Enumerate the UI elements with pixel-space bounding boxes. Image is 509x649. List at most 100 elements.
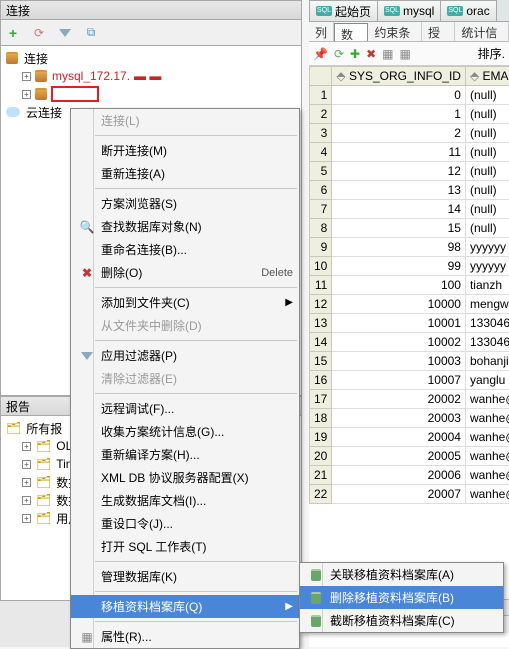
table-row[interactable]: 2120006wanhe@c bbox=[310, 466, 509, 485]
cell[interactable]: 1 bbox=[332, 105, 466, 124]
cell[interactable]: wanhe@c bbox=[465, 409, 509, 428]
menu-item[interactable]: 方案浏览器(S) bbox=[71, 192, 299, 215]
menu-item[interactable]: 应用过滤器(P) bbox=[71, 344, 299, 367]
menu-item[interactable]: 重设口令(J)... bbox=[71, 512, 299, 535]
subtab-constraints[interactable]: 约束条件 bbox=[368, 22, 422, 41]
table-row[interactable]: 10(null) bbox=[310, 86, 509, 105]
table-row[interactable]: 1820003wanhe@c bbox=[310, 409, 509, 428]
cell[interactable]: 13 bbox=[332, 181, 466, 200]
menu-item[interactable]: 移植资料档案库(Q)▶ bbox=[71, 595, 299, 618]
menu-item[interactable]: 🔍查找数据库对象(N) bbox=[71, 215, 299, 238]
cell[interactable]: wanhe@c bbox=[465, 485, 509, 504]
cell[interactable]: 20004 bbox=[332, 428, 466, 447]
cell[interactable]: tianzh bbox=[465, 276, 509, 295]
menu-item[interactable]: ▦属性(R)... bbox=[71, 625, 299, 648]
cell[interactable]: yyyyyy bbox=[465, 238, 509, 257]
tree-item-selected[interactable]: + bbox=[4, 85, 298, 103]
expand-icon[interactable]: + bbox=[22, 460, 31, 469]
expand-icon[interactable]: + bbox=[22, 478, 31, 487]
menu-item[interactable]: 打开 SQL 工作表(T) bbox=[71, 535, 299, 558]
col-header[interactable]: ⬘ SYS_ORG_INFO_ID bbox=[332, 67, 466, 86]
cell[interactable]: 1330463 bbox=[465, 314, 509, 333]
submenu-item[interactable]: 截断移植资料档案库(C) bbox=[300, 609, 503, 632]
cell[interactable]: 20003 bbox=[332, 409, 466, 428]
cell[interactable]: (null) bbox=[465, 105, 509, 124]
cell[interactable]: mengwei bbox=[465, 295, 509, 314]
menu-item[interactable]: 重新连接(A) bbox=[71, 162, 299, 185]
pin-icon[interactable]: 📌 bbox=[313, 47, 328, 61]
table-row[interactable]: 998yyyyyy bbox=[310, 238, 509, 257]
col-header[interactable]: ⬘ EMAIL bbox=[465, 67, 509, 86]
cell[interactable]: 1330463 bbox=[465, 333, 509, 352]
table-row[interactable]: 714(null) bbox=[310, 200, 509, 219]
cell[interactable]: 99 bbox=[332, 257, 466, 276]
table-row[interactable]: 1099yyyyyy bbox=[310, 257, 509, 276]
menu-item[interactable]: 断开连接(M) bbox=[71, 139, 299, 162]
table-row[interactable]: 32(null) bbox=[310, 124, 509, 143]
tree-root[interactable]: 连接 bbox=[4, 49, 298, 67]
refresh-icon[interactable]: ⟳ bbox=[31, 25, 47, 41]
cell[interactable]: 2 bbox=[332, 124, 466, 143]
cell[interactable]: 20006 bbox=[332, 466, 466, 485]
menu-item[interactable]: 远程调试(F)... bbox=[71, 397, 299, 420]
table-row[interactable]: 14100021330463 bbox=[310, 333, 509, 352]
cell[interactable]: 10000 bbox=[332, 295, 466, 314]
cell[interactable]: yyyyyy bbox=[465, 257, 509, 276]
cell[interactable]: 11 bbox=[332, 143, 466, 162]
table-row[interactable]: 1610007yanglu bbox=[310, 371, 509, 390]
menu-item[interactable]: 收集方案统计信息(G)... bbox=[71, 420, 299, 443]
expand-icon[interactable]: + bbox=[22, 90, 31, 99]
expand-icon[interactable]: + bbox=[22, 514, 31, 523]
subtab-grants[interactable]: 授权 bbox=[422, 22, 455, 41]
submenu-item[interactable]: 删除移植资料档案库(B) bbox=[300, 586, 503, 609]
table-row[interactable]: 1210000mengwei bbox=[310, 295, 509, 314]
cell[interactable]: 10007 bbox=[332, 371, 466, 390]
cell[interactable]: wanhe@c bbox=[465, 447, 509, 466]
menu-item[interactable]: 生成数据库文档(I)... bbox=[71, 489, 299, 512]
cell[interactable]: 0 bbox=[332, 86, 466, 105]
cell[interactable]: 98 bbox=[332, 238, 466, 257]
add-row-icon[interactable]: ✚ bbox=[350, 47, 360, 61]
table-row[interactable]: 815(null) bbox=[310, 219, 509, 238]
submenu-item[interactable]: 关联移植资料档案库(A) bbox=[300, 563, 503, 586]
cell[interactable]: wanhe@c bbox=[465, 428, 509, 447]
menu-item[interactable]: 重命名连接(B)... bbox=[71, 238, 299, 261]
menu-item[interactable]: 管理数据库(K) bbox=[71, 565, 299, 588]
cell[interactable]: 20007 bbox=[332, 485, 466, 504]
cell[interactable]: 10001 bbox=[332, 314, 466, 333]
sort-label[interactable]: 排序. bbox=[478, 45, 505, 62]
table-row[interactable]: 411(null) bbox=[310, 143, 509, 162]
commit-icon[interactable]: ▦ bbox=[382, 47, 393, 61]
table-row[interactable]: 2020005wanhe@c bbox=[310, 447, 509, 466]
cell[interactable]: wanhe@c bbox=[465, 466, 509, 485]
cell[interactable]: (null) bbox=[465, 124, 509, 143]
table-row[interactable]: 11100tianzh bbox=[310, 276, 509, 295]
delete-row-icon[interactable]: ✖ bbox=[366, 47, 376, 61]
menu-item[interactable]: ✖删除(O)Delete bbox=[71, 261, 299, 284]
funnel-icon[interactable] bbox=[57, 25, 73, 41]
cell[interactable]: 15 bbox=[332, 219, 466, 238]
table-row[interactable]: 21(null) bbox=[310, 105, 509, 124]
table-row[interactable]: 613(null) bbox=[310, 181, 509, 200]
table-row[interactable]: 13100011330463 bbox=[310, 314, 509, 333]
rollback-icon[interactable]: ▦ bbox=[399, 47, 410, 61]
expand-icon[interactable]: + bbox=[22, 72, 31, 81]
cell[interactable]: (null) bbox=[465, 162, 509, 181]
refresh-grid-icon[interactable]: ⟳ bbox=[334, 47, 344, 61]
menu-item[interactable]: XML DB 协议服务器配置(X) bbox=[71, 466, 299, 489]
cell[interactable]: bohanji bbox=[465, 352, 509, 371]
cell[interactable]: (null) bbox=[465, 143, 509, 162]
menu-item[interactable]: 添加到文件夹(C)▶ bbox=[71, 291, 299, 314]
table-row[interactable]: 512(null) bbox=[310, 162, 509, 181]
expand-icon[interactable]: + bbox=[22, 496, 31, 505]
data-grid[interactable]: ⬘ SYS_ORG_INFO_ID ⬘ EMAIL 10(null)21(nul… bbox=[309, 66, 509, 504]
cell[interactable]: 12 bbox=[332, 162, 466, 181]
cell[interactable]: wanhe@c bbox=[465, 390, 509, 409]
expand-icon[interactable]: + bbox=[22, 442, 31, 451]
tab-start[interactable]: SQL起始页 bbox=[309, 0, 378, 21]
cell[interactable]: 10002 bbox=[332, 333, 466, 352]
subtab-stats[interactable]: 统计信息 bbox=[455, 22, 509, 41]
cell[interactable]: (null) bbox=[465, 86, 509, 105]
cell[interactable]: 10003 bbox=[332, 352, 466, 371]
table-row[interactable]: 2220007wanhe@c bbox=[310, 485, 509, 504]
